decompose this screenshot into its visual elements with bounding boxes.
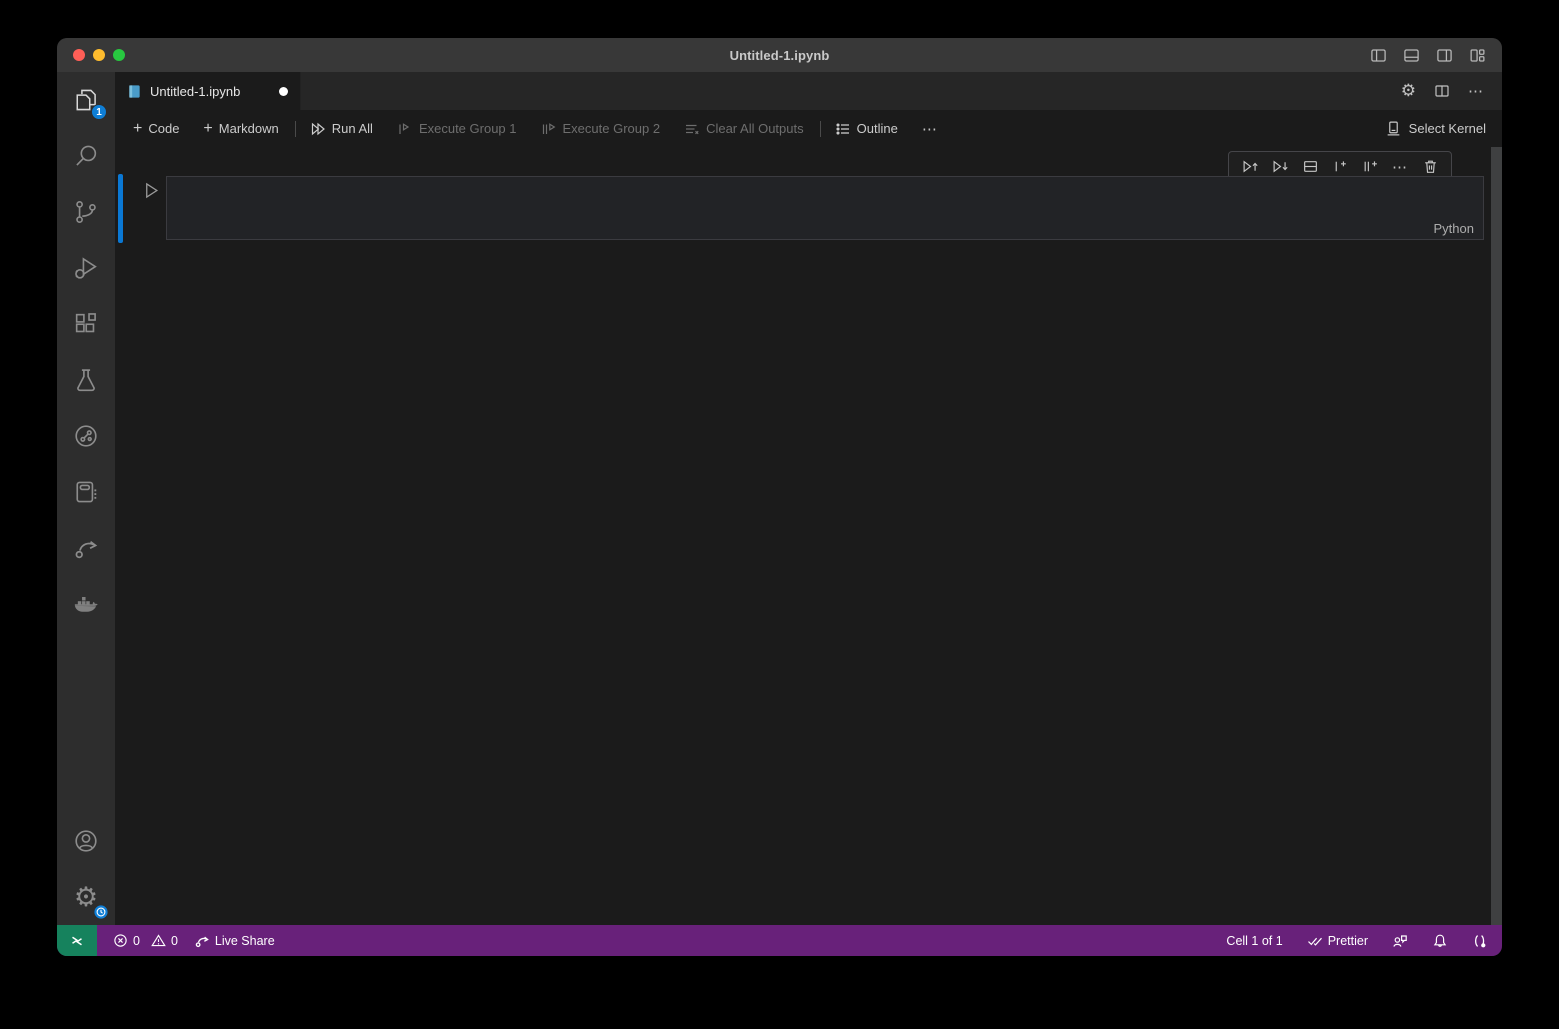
execute-group-2-button[interactable]: Execute Group 2	[541, 121, 661, 137]
notebook-file-icon	[127, 84, 142, 99]
sidebar-item-docker[interactable]	[57, 576, 115, 632]
settings-clock-badge	[94, 905, 108, 919]
toolbar-separator	[820, 121, 821, 137]
outline-icon	[835, 121, 851, 137]
notebook-settings-icon[interactable]: ⚙	[1401, 83, 1416, 100]
scrollbar[interactable]	[1491, 147, 1502, 925]
explorer-badge: 1	[91, 104, 107, 120]
cell-language-picker[interactable]: Python	[1434, 221, 1474, 236]
sidebar-item-commit-graph[interactable]	[57, 408, 115, 464]
add-markdown-cell-button[interactable]: + Markdown	[203, 121, 278, 137]
cell-focus-indicator	[118, 174, 123, 243]
live-share-icon	[194, 933, 210, 949]
toggle-panel-icon[interactable]	[1403, 47, 1420, 64]
tab-label: Untitled-1.ipynb	[150, 84, 240, 99]
run-all-button[interactable]: Run All	[310, 121, 373, 137]
error-count: 0	[133, 934, 140, 948]
execute-group-2-icon	[541, 121, 557, 137]
plus-icon: +	[203, 121, 212, 137]
outline-button[interactable]: Outline	[835, 121, 898, 137]
notifications-button[interactable]	[1432, 933, 1448, 949]
toolbar-more-button[interactable]: ⋯	[922, 120, 938, 138]
activity-bar: 1	[57, 72, 115, 925]
sidebar-item-jupyter[interactable]	[57, 464, 115, 520]
sidebar-item-run-debug[interactable]	[57, 240, 115, 296]
sidebar-item-search[interactable]	[57, 128, 115, 184]
sidebar-item-accounts[interactable]	[57, 813, 115, 869]
title-bar: Untitled-1.ipynb	[57, 38, 1502, 72]
kernel-icon	[1385, 120, 1402, 137]
more-actions-icon[interactable]: ⋯	[1468, 82, 1484, 100]
double-check-icon	[1307, 933, 1323, 949]
notebook-cell: Python	[115, 176, 1502, 244]
formatter-status[interactable]: Prettier	[1307, 933, 1368, 949]
problems-indicator[interactable]: 0 0	[113, 933, 178, 948]
clear-all-outputs-icon	[684, 121, 700, 137]
cell-code-editor[interactable]: Python	[166, 176, 1484, 240]
clear-all-outputs-button[interactable]: Clear All Outputs	[684, 121, 804, 137]
vscode-window: Untitled-1.ipynb	[57, 38, 1502, 956]
sidebar-item-testing[interactable]	[57, 352, 115, 408]
sidebar-item-extensions[interactable]	[57, 296, 115, 352]
notebook-toolbar: + Code + Markdown Run All	[115, 110, 1502, 147]
warnings-icon	[151, 933, 166, 948]
execute-group-1-button[interactable]: Execute Group 1	[397, 121, 517, 137]
tab-untitled-1-ipynb[interactable]: Untitled-1.ipynb	[115, 72, 301, 110]
select-kernel-button[interactable]: Select Kernel	[1385, 120, 1502, 137]
status-bar: 0 0 Live Share Cell 1 of 1	[57, 925, 1502, 956]
toggle-primary-sidebar-icon[interactable]	[1370, 47, 1387, 64]
traffic-lights	[57, 49, 125, 61]
parens-session-icon	[1472, 933, 1488, 949]
ellipsis-icon: ⋯	[922, 120, 938, 138]
cell-position-indicator[interactable]: Cell 1 of 1	[1226, 934, 1282, 948]
run-cell-button[interactable]	[142, 181, 161, 200]
sidebar-item-live-share[interactable]	[57, 520, 115, 576]
window-title: Untitled-1.ipynb	[57, 48, 1502, 63]
split-editor-icon[interactable]	[1434, 83, 1450, 99]
remote-indicator[interactable]	[57, 925, 97, 956]
bell-icon	[1432, 933, 1448, 949]
session-button[interactable]	[1472, 933, 1488, 949]
tab-bar: Untitled-1.ipynb ⚙ ⋯	[115, 72, 1502, 110]
execute-group-1-icon	[397, 121, 413, 137]
sidebar-item-settings[interactable]: ⚙	[57, 869, 115, 925]
errors-icon	[113, 933, 128, 948]
maximize-window-button[interactable]	[113, 49, 125, 61]
notebook-editor[interactable]: ⋯	[115, 147, 1502, 925]
sidebar-item-explorer[interactable]: 1	[57, 72, 115, 128]
add-code-cell-button[interactable]: + Code	[133, 121, 179, 137]
sidebar-item-source-control[interactable]	[57, 184, 115, 240]
plus-icon: +	[133, 121, 142, 137]
feedback-icon	[1392, 933, 1408, 949]
live-share-status[interactable]: Live Share	[194, 933, 275, 949]
run-all-icon	[310, 121, 326, 137]
toggle-secondary-sidebar-icon[interactable]	[1436, 47, 1453, 64]
tab-dirty-indicator[interactable]	[279, 87, 288, 96]
remote-icon	[69, 933, 85, 949]
close-window-button[interactable]	[73, 49, 85, 61]
minimize-window-button[interactable]	[93, 49, 105, 61]
feedback-button[interactable]	[1392, 933, 1408, 949]
toolbar-separator	[295, 121, 296, 137]
warning-count: 0	[171, 934, 178, 948]
customize-layout-icon[interactable]	[1469, 47, 1486, 64]
